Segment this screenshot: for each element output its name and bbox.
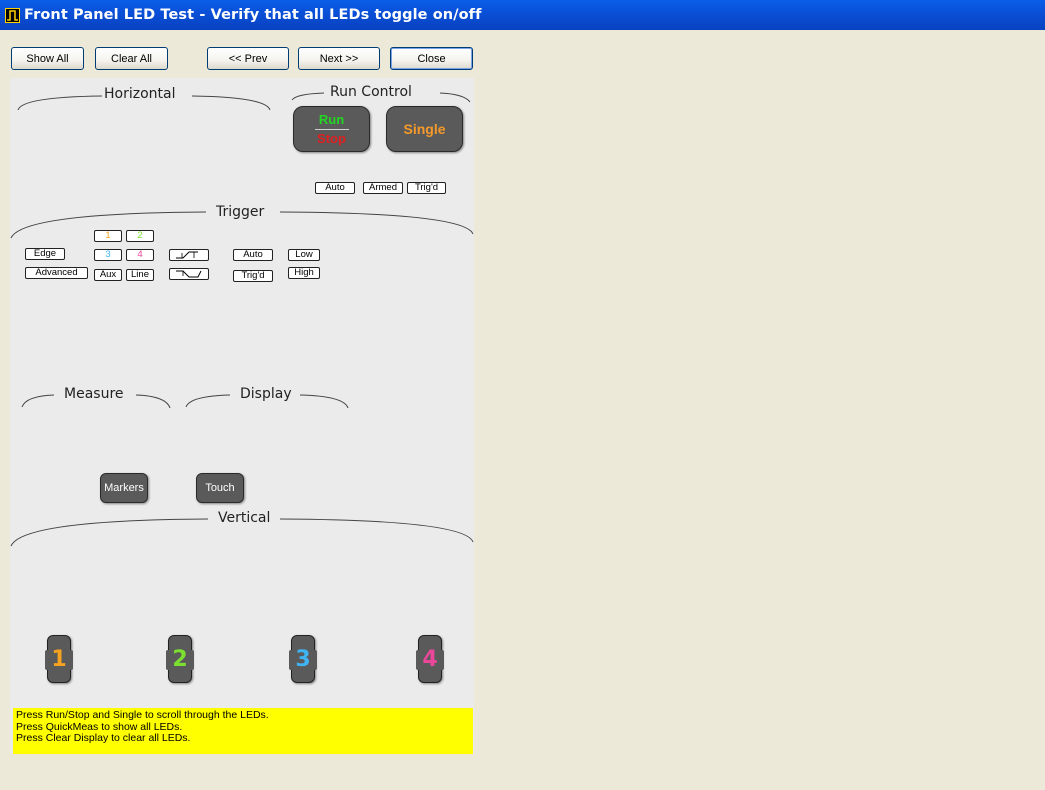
stop-label: Stop [317, 130, 346, 146]
channel-1-key[interactable]: 1 [45, 635, 73, 683]
rising-edge-icon [176, 251, 198, 259]
trigger-mode-trigd-led: Trig'd [233, 270, 273, 282]
vertical-section-label: Vertical [218, 510, 271, 526]
markers-key[interactable]: Markers [100, 473, 148, 503]
trigger-aux-led: Aux [94, 269, 122, 281]
channel-3-key[interactable]: 3 [289, 635, 317, 683]
run-label: Run [318, 111, 345, 127]
trigger-low-led: Low [288, 249, 320, 261]
app-icon [5, 8, 20, 23]
show-all-button[interactable]: Show All [11, 47, 84, 70]
trigger-rising-slope-led [169, 249, 209, 261]
next-button[interactable]: Next >> [298, 47, 380, 70]
touch-key[interactable]: Touch [196, 473, 244, 503]
trigger-section-label: Trigger [216, 204, 265, 220]
run-stop-key[interactable]: Run Stop [293, 106, 370, 152]
clear-all-button[interactable]: Clear All [95, 47, 168, 70]
trigger-ch1-led: 1 [94, 230, 122, 242]
trigger-advanced-led: Advanced [25, 267, 88, 279]
run-control-armed-led: Armed [363, 182, 403, 194]
trigger-falling-slope-led [169, 268, 209, 280]
title-bar: Front Panel LED Test - Verify that all L… [0, 0, 1045, 30]
help-instructions: Press Run/Stop and Single to scroll thro… [13, 708, 473, 754]
help-line-1: Press Run/Stop and Single to scroll thro… [16, 709, 269, 721]
run-control-trigd-led: Trig'd [407, 182, 446, 194]
help-line-3: Press Clear Display to clear all LEDs. [16, 732, 191, 744]
window-title: Front Panel LED Test - Verify that all L… [24, 7, 482, 23]
trigger-line-led: Line [126, 269, 154, 281]
trigger-ch3-led: 3 [94, 249, 122, 261]
falling-edge-icon [176, 270, 202, 278]
trigger-mode-auto-led: Auto [233, 249, 273, 261]
prev-button[interactable]: << Prev [207, 47, 289, 70]
single-label: Single [403, 121, 446, 137]
trigger-high-led: High [288, 267, 320, 279]
measure-section-label: Measure [64, 386, 124, 402]
trigger-ch4-led: 4 [126, 249, 154, 261]
horizontal-section-label: Horizontal [104, 86, 176, 102]
run-control-auto-led: Auto [315, 182, 355, 194]
front-panel: Horizontal Run Control Run Stop Single A… [10, 78, 474, 754]
trigger-edge-led: Edge [25, 248, 65, 260]
run-stop-divider [314, 128, 349, 130]
single-key[interactable]: Single [386, 106, 463, 152]
channel-4-key[interactable]: 4 [416, 635, 444, 683]
trigger-ch2-led: 2 [126, 230, 154, 242]
display-section-label: Display [240, 386, 292, 402]
run-control-section-label: Run Control [330, 84, 412, 100]
close-button[interactable]: Close [390, 47, 473, 70]
channel-2-key[interactable]: 2 [166, 635, 194, 683]
